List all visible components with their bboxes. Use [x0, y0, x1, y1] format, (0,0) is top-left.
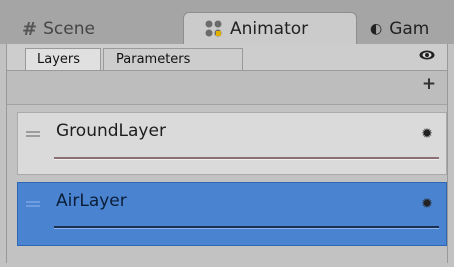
tab-scene[interactable]: # Scene	[22, 14, 182, 44]
tab-layers[interactable]: Layers	[25, 48, 101, 70]
tab-game[interactable]: ◐ Gam	[370, 14, 454, 44]
layer-row-ground[interactable]: GroundLayer ✹	[17, 112, 447, 175]
gear-icon[interactable]: ✹	[420, 197, 434, 211]
layer-name: AirLayer	[56, 191, 127, 211]
animator-layers-panel: Layers Parameters + GroundLayer ✹ AirLay…	[6, 44, 448, 263]
drag-handle-icon[interactable]	[26, 201, 40, 207]
tab-scene-label: Scene	[43, 19, 95, 39]
eye-icon[interactable]	[419, 50, 435, 60]
game-icon: ◐	[370, 21, 383, 37]
layer-row-air[interactable]: AirLayer ✹	[17, 182, 447, 246]
drag-handle-icon[interactable]	[26, 131, 40, 137]
window-tab-bar: # Scene Animator ◐ Gam	[0, 0, 454, 44]
layer-weight-bar[interactable]	[54, 226, 439, 229]
layer-weight-bar[interactable]	[54, 157, 439, 160]
layers-toolbar: +	[7, 71, 447, 105]
animator-icon	[204, 19, 224, 39]
layer-name: GroundLayer	[56, 121, 166, 141]
tab-parameters-label: Parameters	[116, 52, 191, 67]
hash-icon: #	[22, 18, 38, 40]
tab-animator-label: Animator	[230, 18, 309, 39]
add-layer-button[interactable]: +	[421, 75, 437, 93]
gear-icon[interactable]: ✹	[420, 127, 434, 141]
sub-tab-bar: Layers Parameters	[7, 44, 447, 71]
tab-layers-label: Layers	[37, 52, 81, 67]
tab-parameters[interactable]: Parameters	[103, 48, 243, 70]
tab-animator[interactable]: Animator	[183, 12, 357, 44]
tab-game-label: Gam	[389, 19, 430, 39]
